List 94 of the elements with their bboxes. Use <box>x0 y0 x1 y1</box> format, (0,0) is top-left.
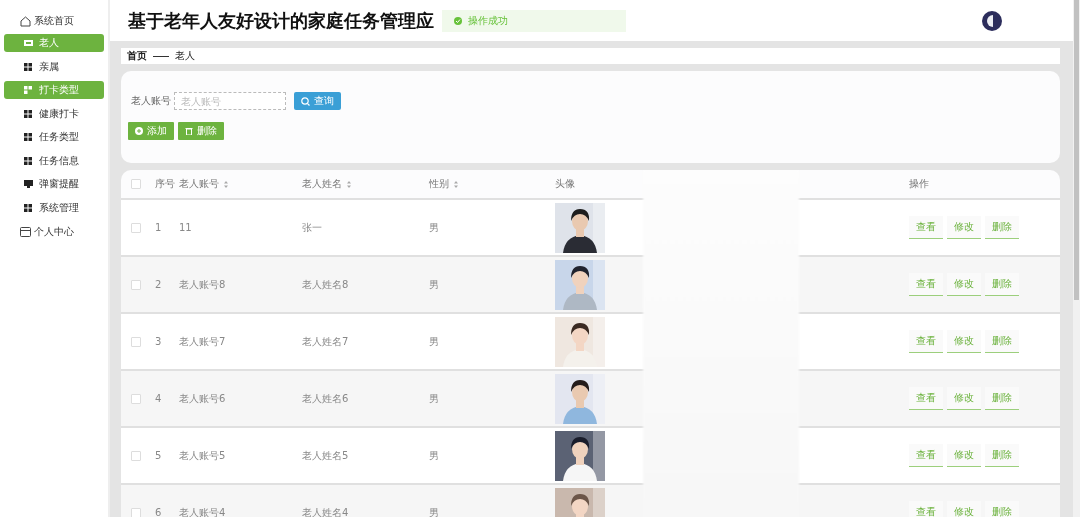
table-cell: 5 <box>155 450 162 461</box>
table-cell: 11 <box>179 222 192 233</box>
table-cell: 男 <box>429 391 439 406</box>
row-action-button[interactable]: 删除 <box>985 216 1019 239</box>
table-cell: 张一 <box>302 220 322 235</box>
row-action-button[interactable]: 查看 <box>909 444 943 467</box>
column-header: 老人姓名 <box>302 177 342 191</box>
menu-item[interactable]: 任务类型 <box>4 128 104 146</box>
grid-icon <box>24 62 33 71</box>
row-action-button[interactable]: 删除 <box>985 444 1019 467</box>
row-action-button[interactable]: 修改 <box>947 501 981 517</box>
row-checkbox[interactable] <box>131 279 141 290</box>
table-cell: 6 <box>155 507 162 517</box>
column-header: 老人账号 <box>179 177 219 191</box>
table-cell: 4 <box>155 393 162 404</box>
row-checkbox[interactable] <box>131 336 141 347</box>
sort-icon <box>453 179 459 189</box>
row-action-button[interactable]: 查看 <box>909 273 943 296</box>
column-header: 头像 <box>555 177 575 191</box>
breadcrumb-item: 老人 <box>175 49 195 63</box>
user-avatar-icon[interactable] <box>981 9 1003 32</box>
sort-icon <box>223 179 229 189</box>
menu-item[interactable]: 系统管理 <box>4 198 104 217</box>
search-button[interactable]: 查询 <box>294 92 341 110</box>
table-cell: 2 <box>155 279 162 290</box>
table-cell: 男 <box>429 505 439 517</box>
menu-item[interactable]: 老人 <box>4 34 104 52</box>
menu-item[interactable]: 弹窗提醒 <box>4 175 104 193</box>
row-checkbox[interactable] <box>131 450 141 461</box>
row-action-button[interactable]: 修改 <box>947 330 981 353</box>
table-cell: 老人姓名5 <box>302 448 349 463</box>
search-icon <box>301 96 310 106</box>
table-cell: 老人姓名4 <box>302 505 349 517</box>
row-checkbox[interactable] <box>131 393 141 404</box>
monitor-icon <box>24 180 33 188</box>
table-cell: 3 <box>155 336 162 347</box>
row-action-button[interactable]: 查看 <box>909 330 943 353</box>
column-header: 序号 <box>155 177 175 191</box>
delete-button[interactable]: 删除 <box>178 122 224 140</box>
table-cell: 老人账号7 <box>179 334 226 349</box>
table-cell: 1 <box>155 222 162 233</box>
row-action-button[interactable]: 修改 <box>947 387 981 410</box>
table-cell: 男 <box>429 448 439 463</box>
toast-message: 操作成功 <box>468 13 508 28</box>
home-icon <box>20 15 31 27</box>
grid-icon <box>24 203 33 212</box>
select-all-checkbox[interactable] <box>131 179 141 189</box>
row-action-button[interactable]: 修改 <box>947 444 981 467</box>
row-checkbox[interactable] <box>131 507 141 517</box>
table-cell: 男 <box>429 334 439 349</box>
row-action-button[interactable]: 删除 <box>985 501 1019 517</box>
row-action-button[interactable]: 修改 <box>947 216 981 239</box>
grid-icon <box>24 109 33 118</box>
profile-link[interactable]: 个人中心 <box>0 221 108 242</box>
table-cell: 老人账号6 <box>179 391 226 406</box>
scrollbar[interactable] <box>1073 0 1080 517</box>
sort-icon <box>346 179 352 189</box>
grid-icon <box>24 86 33 94</box>
account-input-field[interactable]: 老人账号 <box>174 92 286 110</box>
id-card-icon <box>24 39 33 47</box>
table-cell: 老人账号5 <box>179 448 226 463</box>
page-title: 基于老年人友好设计的家庭任务管理应 <box>128 8 434 33</box>
menu-item[interactable]: 健康打卡 <box>4 104 104 123</box>
row-action-button[interactable]: 删除 <box>985 330 1019 353</box>
menu-item[interactable]: 打卡类型 <box>4 81 104 99</box>
plus-icon <box>135 127 143 135</box>
grid-icon <box>24 133 33 141</box>
column-header: 性别 <box>429 177 449 191</box>
home-link[interactable]: 系统首页 <box>0 11 108 31</box>
row-checkbox[interactable] <box>131 222 141 233</box>
menu-item[interactable]: 任务信息 <box>4 151 104 170</box>
profile-icon <box>20 226 31 237</box>
menu-item[interactable]: 亲属 <box>4 57 104 76</box>
row-action-button[interactable]: 修改 <box>947 273 981 296</box>
row-action-button[interactable]: 查看 <box>909 501 943 517</box>
table-cell: 老人账号8 <box>179 277 226 292</box>
check-icon <box>454 16 462 25</box>
column-header: 操作 <box>909 177 929 191</box>
row-action-button[interactable]: 删除 <box>985 273 1019 296</box>
row-action-button[interactable]: 查看 <box>909 216 943 239</box>
table-cell: 老人账号4 <box>179 505 226 517</box>
table-cell: 男 <box>429 220 439 235</box>
field-label: 老人账号 <box>131 94 171 108</box>
breadcrumb-item[interactable]: 首页 <box>127 49 147 63</box>
table-cell: 老人姓名8 <box>302 277 349 292</box>
table-cell: 男 <box>429 277 439 292</box>
add-button[interactable]: 添加 <box>128 122 174 140</box>
table-cell: 老人姓名6 <box>302 391 349 406</box>
row-action-button[interactable]: 删除 <box>985 387 1019 410</box>
table-cell: 老人姓名7 <box>302 334 349 349</box>
grid-icon <box>24 156 33 165</box>
trash-icon <box>185 127 193 135</box>
row-action-button[interactable]: 查看 <box>909 387 943 410</box>
separator-line <box>153 55 169 57</box>
